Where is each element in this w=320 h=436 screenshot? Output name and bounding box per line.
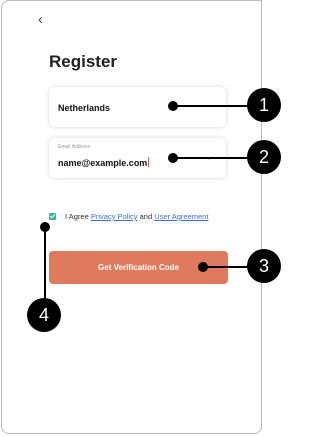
callout-3-badge: 3 bbox=[247, 249, 281, 283]
agree-middle: and bbox=[137, 212, 155, 221]
email-value: name@example.com bbox=[58, 158, 148, 168]
country-value: Netherlands bbox=[58, 103, 111, 113]
callout-3-line bbox=[203, 266, 253, 268]
privacy-policy-link[interactable]: Privacy Policy bbox=[91, 212, 138, 221]
page-title: Register bbox=[49, 52, 118, 71]
text-caret bbox=[148, 157, 150, 167]
agreement-text: I Agree Privacy Policy and User Agreemen… bbox=[65, 211, 230, 222]
callout-2-line bbox=[173, 157, 253, 159]
agree-checkbox[interactable] bbox=[49, 213, 56, 220]
back-chevron-icon[interactable]: ‹ bbox=[38, 12, 43, 27]
email-label: Email Address bbox=[58, 144, 90, 150]
phone-screen: ‹ Register Netherlands — Email Address n… bbox=[1, 0, 262, 434]
callout-4-line bbox=[44, 227, 46, 300]
callout-1-line bbox=[173, 105, 253, 107]
callout-4-badge: 4 bbox=[27, 298, 61, 332]
callout-2-badge: 2 bbox=[247, 140, 281, 174]
user-agreement-link[interactable]: User Agreement bbox=[154, 212, 208, 221]
callout-1-badge: 1 bbox=[247, 88, 281, 122]
email-input[interactable]: name@example.com bbox=[58, 157, 150, 168]
agree-prefix: I Agree bbox=[65, 212, 91, 221]
country-select[interactable]: Netherlands — bbox=[49, 87, 226, 127]
